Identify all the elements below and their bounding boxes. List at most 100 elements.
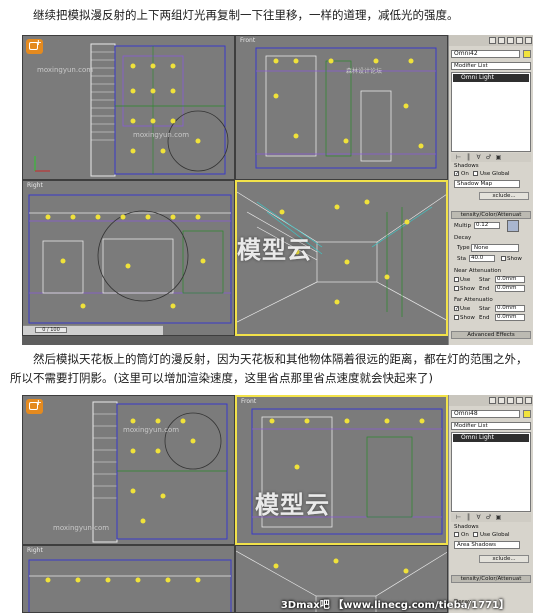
app-logo-icon[interactable]: [26, 398, 43, 414]
advanced-effects-rollout[interactable]: Advanced Effects: [451, 331, 531, 339]
configure-sets-icon[interactable]: ▣: [495, 514, 502, 521]
motion-tab-icon[interactable]: [516, 37, 523, 44]
near-use-checkbox[interactable]: [454, 277, 459, 282]
watermark-small: moxingyun.com: [133, 131, 190, 139]
viewport-front[interactable]: Front 森林设计论坛: [235, 35, 448, 180]
viewport-right[interactable]: Right: [22, 545, 235, 613]
far-attenuation-label: Far Attenuatio: [454, 297, 493, 303]
near-use-label: Use: [460, 277, 471, 283]
utilities-tab-icon[interactable]: [525, 37, 532, 44]
decay-type-dropdown[interactable]: None: [471, 244, 519, 252]
create-tab-icon[interactable]: [489, 37, 496, 44]
show-end-result-icon[interactable]: ║: [465, 514, 472, 521]
panel-toolbar: [449, 35, 533, 46]
near-end-spinner[interactable]: 0.0mm: [495, 285, 525, 292]
modify-tab-icon[interactable]: [498, 37, 505, 44]
site-mark: 森林设计论坛: [346, 68, 383, 75]
far-show-checkbox[interactable]: [454, 315, 459, 320]
configure-sets-icon[interactable]: ▣: [495, 154, 502, 161]
far-end-spinner[interactable]: 0.0mm: [495, 314, 525, 321]
shadows-on-checkbox[interactable]: [454, 532, 459, 537]
motion-tab-icon[interactable]: [516, 397, 523, 404]
viewport-label-front: Front: [241, 398, 257, 405]
far-start-spinner[interactable]: 0.0mm: [495, 305, 525, 312]
paragraph-2-line-2: 所以不需要打阴影。(这里可以增加渲染速度，这里省点那里省点速度就会快起来了): [10, 371, 433, 385]
viewport-top-drawing: [34, 43, 229, 177]
light-color-swatch[interactable]: [507, 220, 519, 232]
viewport-camera[interactable]: 模型云: [235, 180, 448, 336]
pin-stack-icon[interactable]: ⊢: [455, 154, 462, 161]
object-color-swatch[interactable]: [523, 410, 531, 418]
modifier-list-dropdown[interactable]: Modifier List: [451, 62, 531, 70]
viewport-front-drawing: [255, 47, 437, 169]
far-start-label: Star: [479, 306, 491, 312]
exclude-button[interactable]: xclude...: [479, 555, 529, 563]
hierarchy-tab-icon[interactable]: [507, 397, 514, 404]
viewport-top[interactable]: moxingyun.com moxingyun.com: [22, 395, 235, 545]
shadows-on-checkbox[interactable]: ✓: [454, 171, 459, 177]
make-unique-icon[interactable]: ∀: [475, 514, 482, 521]
create-tab-icon[interactable]: [489, 397, 496, 404]
near-start-spinner[interactable]: 0.0mm: [495, 276, 525, 283]
app-logo-icon[interactable]: [26, 38, 43, 54]
decay-start-spinner[interactable]: 40.0: [469, 255, 495, 262]
decay-type-label: Type: [457, 245, 470, 251]
remove-modifier-icon[interactable]: ♂: [485, 514, 492, 521]
intensity-rollout-header[interactable]: tensity/Color/Attenuat: [451, 211, 531, 219]
exclude-button[interactable]: xclude...: [479, 192, 529, 200]
object-name-field[interactable]: Omni42: [451, 50, 520, 58]
watermark-small: moxingyun.com: [53, 524, 110, 532]
time-slider-thumb[interactable]: 0 / 100: [35, 327, 67, 333]
use-global-checkbox[interactable]: [473, 532, 478, 537]
multiplier-spinner[interactable]: 0.12: [474, 222, 500, 229]
viewport-front[interactable]: Front 模型云: [235, 395, 448, 545]
pin-stack-icon[interactable]: ⊢: [455, 514, 462, 521]
use-global-label: Use Global: [480, 532, 510, 538]
far-show-label: Show: [460, 315, 475, 321]
viewport-top-drawing: [92, 401, 228, 543]
show-end-result-icon[interactable]: ║: [465, 154, 472, 161]
paragraph-2-line-1: 然后模拟天花板上的筒灯的漫反射，因为天花板和其他物体隔着很远的距离，都在灯的范围…: [33, 352, 528, 366]
utilities-tab-icon[interactable]: [525, 397, 532, 404]
viewport-label-front: Front: [240, 37, 256, 44]
object-color-swatch[interactable]: [523, 50, 531, 58]
command-panel: Omni42 Modifier List Omni Light ⊢ ║ ∀ ♂ …: [448, 35, 533, 345]
near-end-label: End: [479, 286, 490, 292]
near-attenuation-label: Near Attenuation: [454, 268, 502, 274]
intensity-rollout-header[interactable]: tensity/Color/Attenuat: [451, 575, 531, 583]
viewport-right[interactable]: Right 0 / 100: [22, 180, 235, 336]
panel-toolbar: [449, 395, 533, 406]
shadow-type-dropdown[interactable]: Shadow Map: [454, 180, 520, 188]
max-screenshot-2: moxingyun.com moxingyun.com Front 模型云: [22, 395, 533, 613]
modify-tab-icon[interactable]: [498, 397, 505, 404]
near-show-label: Show: [460, 286, 475, 292]
shadow-type-dropdown[interactable]: Area Shadows: [454, 541, 520, 549]
modifier-stack: Omni Light: [451, 432, 531, 512]
use-global-checkbox[interactable]: [473, 171, 478, 176]
viewport-label-right: Right: [27, 182, 43, 189]
far-use-checkbox[interactable]: ✓: [454, 306, 459, 312]
paragraph-1: 继续把模拟漫反射的上下两组灯光再复制一下往里移，一样的道理，减低光的强度。: [33, 8, 459, 22]
stack-item-omni-light[interactable]: Omni Light: [453, 74, 529, 82]
make-unique-icon[interactable]: ∀: [475, 154, 482, 161]
remove-modifier-icon[interactable]: ♂: [485, 154, 492, 161]
object-name-field[interactable]: Omni48: [451, 410, 520, 418]
command-panel: Omni48 Modifier List Omni Light ⊢ ║ ∀ ♂ …: [448, 395, 533, 613]
viewport-front-drawing: [251, 408, 443, 535]
footer-url[interactable]: 【www.linecg.com/tieba/1771】: [333, 600, 509, 611]
hierarchy-tab-icon[interactable]: [507, 37, 514, 44]
time-slider[interactable]: 0 / 100: [23, 325, 163, 335]
decay-show-checkbox[interactable]: [501, 256, 506, 261]
use-global-label: Use Global: [480, 171, 510, 177]
watermark-large: 模型云: [255, 490, 330, 519]
viewport-top[interactable]: moxingyun.com moxingyun.com: [22, 35, 235, 180]
near-show-checkbox[interactable]: [454, 286, 459, 291]
viewport-right-drawing: [28, 559, 232, 612]
footer-caption: 3Dmax吧 【www.linecg.com/tieba/1771】: [281, 596, 509, 611]
stack-item-omni-light[interactable]: Omni Light: [453, 434, 529, 442]
far-end-label: End: [479, 315, 490, 321]
near-start-label: Star: [479, 277, 491, 283]
shadows-on-label: On: [461, 171, 469, 177]
decay-start-label: Sta: [457, 256, 467, 262]
modifier-list-dropdown[interactable]: Modifier List: [451, 422, 531, 430]
